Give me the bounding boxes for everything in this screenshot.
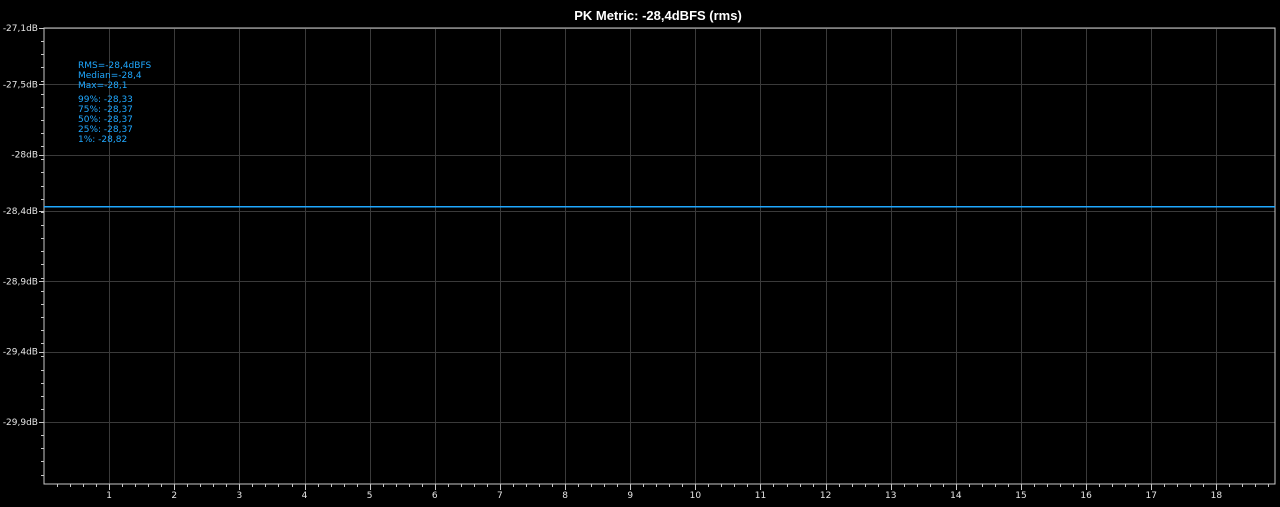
stats-line: Median=-28,4 bbox=[78, 71, 142, 81]
stats-line: RMS=-28,4dBFS bbox=[78, 61, 151, 71]
grid-layer bbox=[44, 28, 1275, 484]
y-tick-label: -29,9dB bbox=[3, 418, 38, 428]
x-tick-label: 7 bbox=[497, 491, 503, 501]
chart-title: PK Metric: -28,4dBFS (rms) bbox=[574, 8, 742, 23]
x-tick-label: 12 bbox=[820, 491, 831, 501]
chart-svg: 1 2 3 4 5 6 7 8 9 10 11 12 13 14 15 16 17 18-27,1dB-27,5d… bbox=[3, 8, 1276, 501]
x-tick-label: 15 bbox=[1015, 491, 1026, 501]
x-tick-label: 10 bbox=[690, 491, 702, 501]
x-tick-label: 8 bbox=[562, 491, 568, 501]
x-tick-label: 3 bbox=[237, 491, 243, 501]
chart-container: 1 2 3 4 5 6 7 8 9 10 11 12 13 14 15 16 17 18 -27,1dB -27,5d… bbox=[0, 0, 1280, 507]
plot-frame bbox=[43, 27, 1276, 485]
x-tick-label: 11 bbox=[755, 491, 766, 501]
stats-line: 25%: -28,37 bbox=[78, 125, 133, 135]
stats-line: Max=-28,1 bbox=[78, 81, 127, 91]
x-tick-label: 9 bbox=[627, 491, 633, 501]
x-tick-label: 16 bbox=[1080, 491, 1092, 501]
y-tick-label: -28dB bbox=[11, 151, 38, 161]
y-tick-label: -29,4dB bbox=[3, 348, 38, 358]
x-tick-label: 18 bbox=[1211, 491, 1223, 501]
axis-layer bbox=[39, 27, 1276, 490]
x-tick-label: 13 bbox=[885, 491, 896, 501]
x-tick-label: 14 bbox=[950, 491, 962, 501]
x-tick-label: 2 bbox=[171, 491, 177, 501]
x-tick-label: 5 bbox=[367, 491, 373, 501]
y-tick-label: -28,4dB bbox=[3, 207, 38, 217]
stats-line: 50%: -28,37 bbox=[78, 115, 133, 125]
x-tick-label: 4 bbox=[302, 491, 308, 501]
x-tick-label: 17 bbox=[1146, 491, 1157, 501]
y-tick-label: -28,9dB bbox=[3, 277, 38, 287]
x-tick-label: 6 bbox=[432, 491, 438, 501]
stats-line: 1%: -28,82 bbox=[78, 135, 127, 145]
stats-line: 99%: -28,33 bbox=[78, 95, 133, 105]
x-tick-label: 1 bbox=[106, 491, 112, 501]
label-layer: 1 2 3 4 5 6 7 8 9 10 11 12 13 14 15 16 17 18-27,1dB-27,5d… bbox=[3, 24, 1223, 501]
y-tick-label: -27,5dB bbox=[3, 80, 38, 90]
y-tick-label: -27,1dB bbox=[3, 24, 38, 34]
stats-line: 75%: -28,37 bbox=[78, 105, 133, 115]
